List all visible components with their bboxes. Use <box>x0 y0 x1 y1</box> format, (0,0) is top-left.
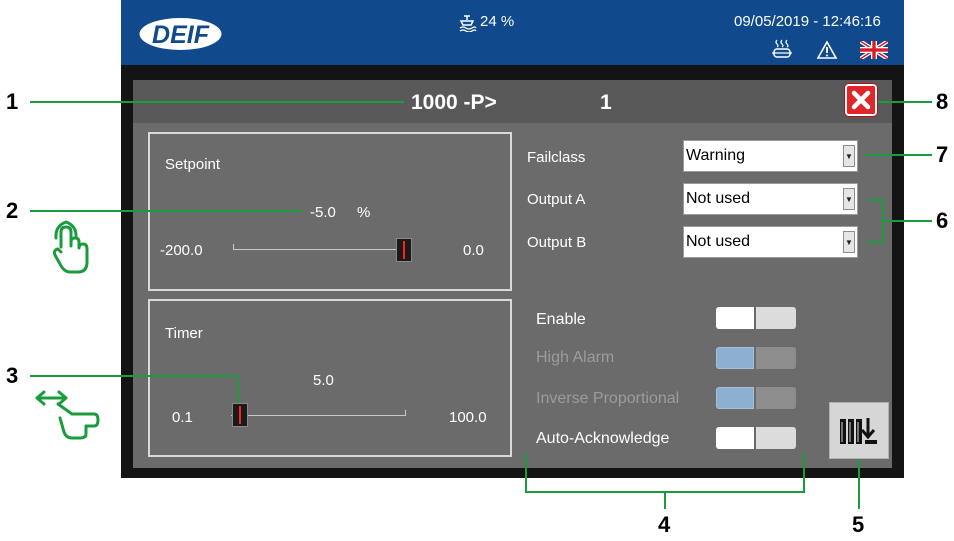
tap-gesture-icon <box>52 220 89 274</box>
swipe-gesture-icon <box>35 390 100 440</box>
callout-5: 5 <box>852 512 865 537</box>
callout-1: 1 <box>6 89 19 114</box>
callout-3: 3 <box>6 363 19 388</box>
callout-4: 4 <box>658 512 671 537</box>
callout-6: 6 <box>936 208 949 233</box>
callout-lines <box>30 101 932 509</box>
callout-8: 8 <box>936 89 949 114</box>
callout-2: 2 <box>6 198 19 223</box>
callout-7: 7 <box>936 142 949 167</box>
